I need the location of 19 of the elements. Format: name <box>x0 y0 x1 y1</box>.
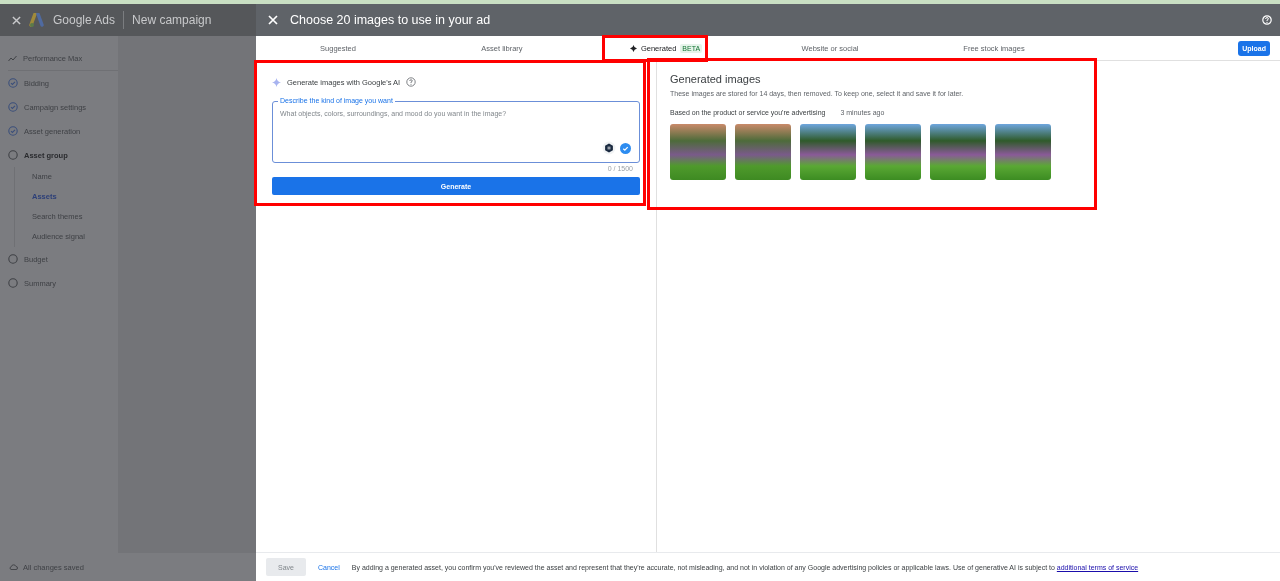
close-icon[interactable] <box>12 15 21 25</box>
photo-placeholder[interactable] <box>735 124 791 180</box>
sparkle-icon <box>629 44 637 52</box>
product-name: Google Ads <box>53 13 116 27</box>
sparkle-icon <box>272 77 281 87</box>
check-circle-icon[interactable] <box>620 142 631 154</box>
help-icon[interactable] <box>406 77 417 87</box>
campaign-type-icon <box>8 54 17 62</box>
hexagon-icon[interactable] <box>602 141 616 155</box>
photo-placeholder[interactable] <box>995 124 1051 180</box>
logo-icon <box>29 13 45 27</box>
photo-placeholder[interactable] <box>930 124 986 180</box>
dialog-title: Choose 20 images to use in your ad <box>290 13 491 27</box>
photo-placeholder[interactable] <box>670 124 726 180</box>
photo-placeholder[interactable] <box>800 124 856 180</box>
results-title: Generated images <box>670 73 762 85</box>
cloud-icon <box>9 564 18 570</box>
page-title: New campaign <box>132 13 212 27</box>
photo-placeholder[interactable] <box>865 124 921 180</box>
